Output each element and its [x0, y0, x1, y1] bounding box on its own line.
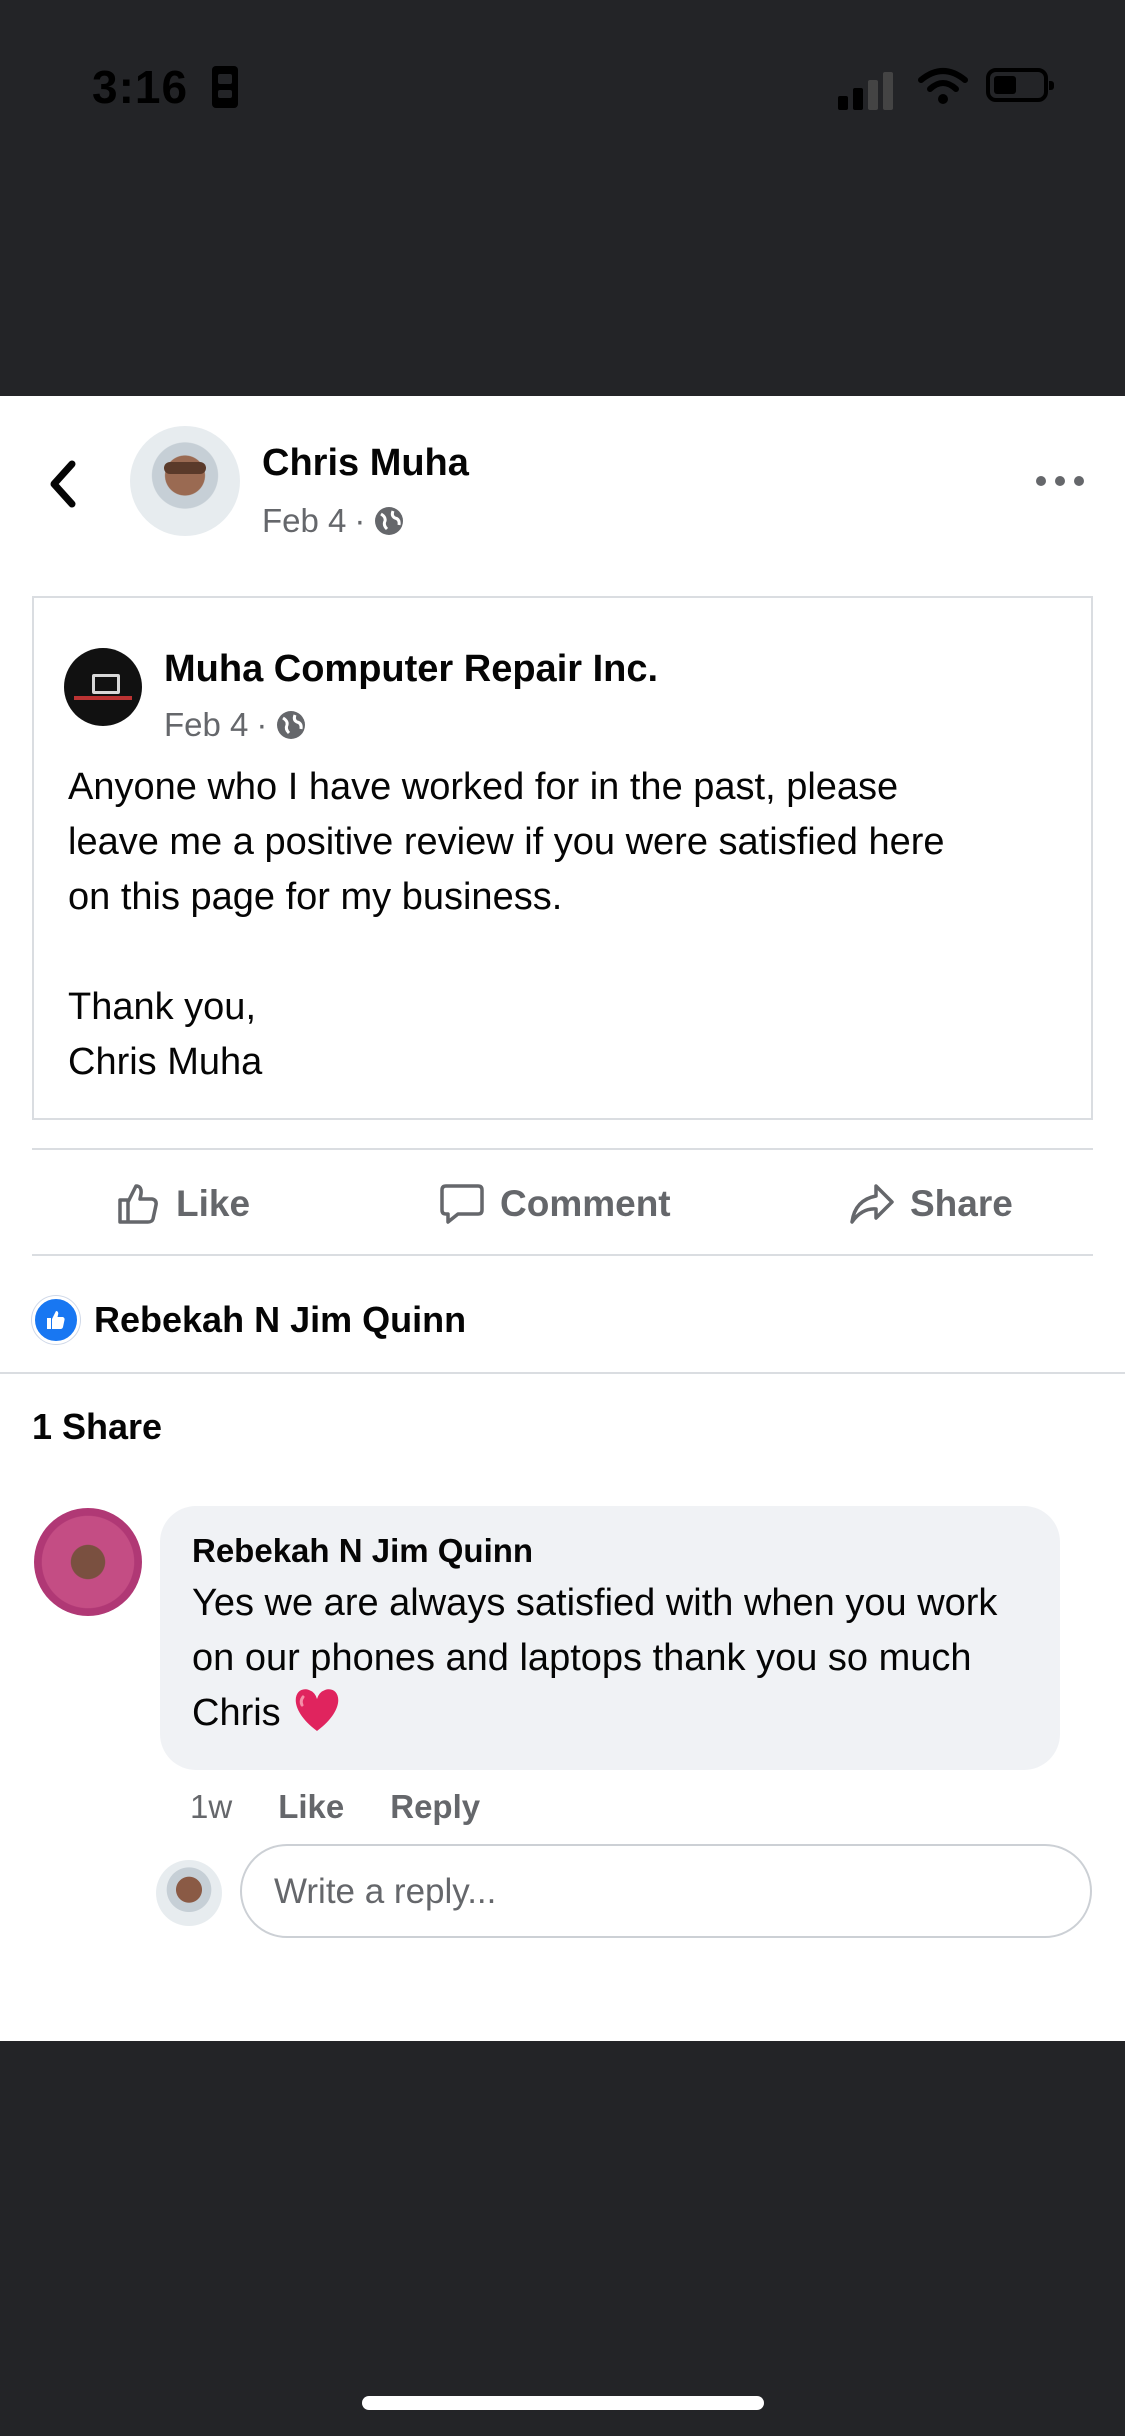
globe-icon [277, 711, 306, 739]
shared-post-date[interactable]: Feb 4 [164, 706, 248, 744]
reactions-names[interactable]: Rebekah N Jim Quinn [94, 1299, 466, 1341]
author-name[interactable]: Chris Muha [262, 442, 469, 485]
more-options-icon[interactable] [1036, 474, 1084, 488]
comment-bubble[interactable]: Rebekah N Jim Quinn Yes we are always sa… [160, 1506, 1060, 1770]
shared-post-card[interactable]: Muha Computer Repair Inc. Feb 4 · Anyone… [32, 596, 1093, 1120]
reply-input[interactable] [272, 1866, 1066, 1918]
comment-button[interactable]: Comment [438, 1180, 671, 1228]
status-bar: 3:16 [0, 0, 1125, 160]
post-meta: Feb 4 · [262, 502, 405, 540]
author-avatar[interactable] [130, 426, 240, 536]
comment-author[interactable]: Rebekah N Jim Quinn [192, 1532, 533, 1570]
thumbs-up-icon [118, 1184, 158, 1224]
comment-meta: 1w Like Reply [190, 1788, 480, 1826]
share-count[interactable]: 1 Share [32, 1406, 162, 1448]
comment-label: Comment [500, 1183, 671, 1224]
share-arrow-icon [850, 1184, 894, 1224]
comment-text: Yes we are always satisfied with when yo… [192, 1576, 1042, 1741]
comment-age: 1w [190, 1788, 233, 1825]
wifi-icon [918, 68, 968, 104]
commenter-avatar[interactable] [34, 1508, 142, 1616]
meta-separator: · [256, 706, 268, 743]
status-time: 3:16 [92, 61, 189, 113]
current-user-avatar [156, 1860, 222, 1926]
share-button[interactable]: Share [848, 1180, 1013, 1228]
red-heart-icon [295, 1689, 338, 1731]
share-label: Share [910, 1183, 1013, 1224]
divider [0, 1372, 1125, 1374]
cellular-signal-icon [838, 70, 898, 110]
meta-separator: · [354, 502, 366, 539]
post-date[interactable]: Feb 4 [262, 502, 346, 540]
globe-icon [375, 507, 404, 535]
battery-icon [986, 68, 1054, 102]
page-avatar[interactable] [64, 648, 142, 726]
reactions-summary[interactable]: Rebekah N Jim Quinn [32, 1296, 466, 1344]
like-label: Like [176, 1183, 251, 1224]
screen-recording-icon [212, 66, 238, 108]
shared-post-meta: Feb 4 · [164, 706, 307, 744]
home-indicator[interactable] [362, 2396, 764, 2410]
like-reaction-icon [32, 1296, 80, 1344]
post-text: Anyone who I have worked for in the past… [68, 766, 945, 1083]
back-arrow-icon[interactable] [44, 456, 80, 512]
post-detail-sheet: Chris Muha Feb 4 · Muha Computer Repair … [0, 396, 1125, 2041]
comment-icon [440, 1184, 484, 1224]
comment-like-button[interactable]: Like [278, 1788, 344, 1826]
like-button[interactable]: Like [114, 1180, 250, 1228]
page-name[interactable]: Muha Computer Repair Inc. [164, 648, 658, 691]
reply-field[interactable] [240, 1844, 1092, 1938]
post-actions-bar: Like Comment Share [32, 1148, 1093, 1256]
comment-reply-button[interactable]: Reply [390, 1788, 480, 1826]
